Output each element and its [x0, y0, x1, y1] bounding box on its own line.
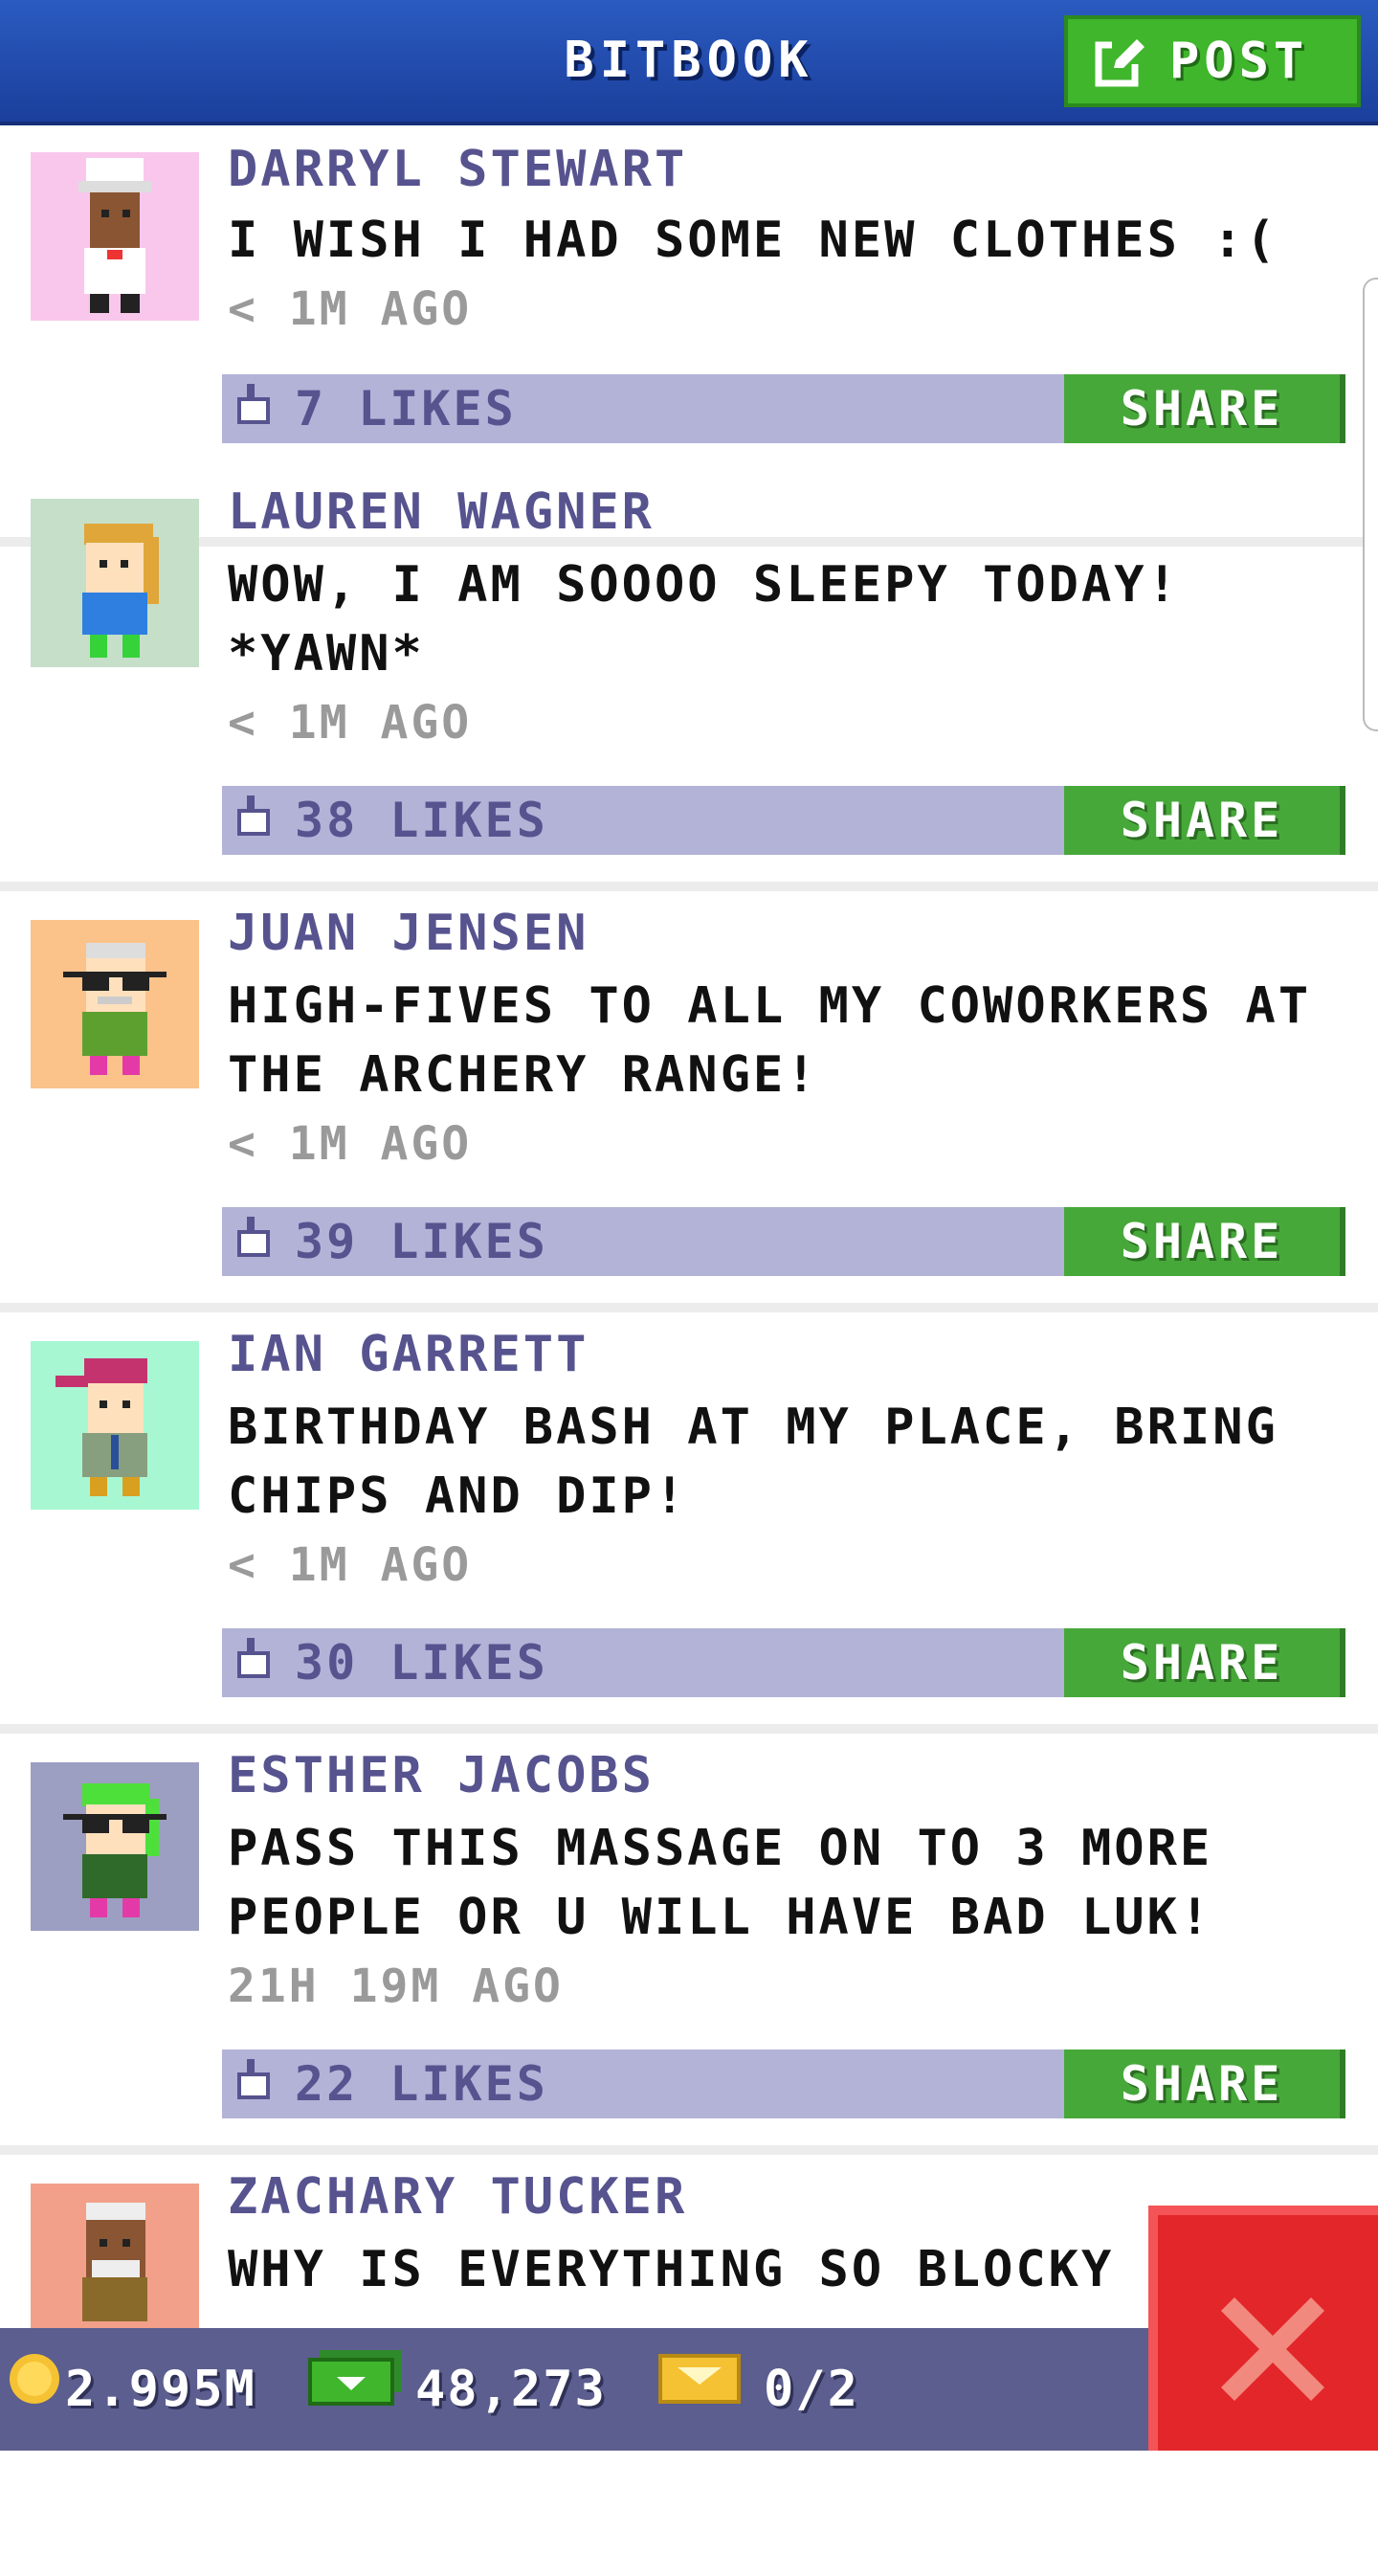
- share-button[interactable]: SHARE: [1064, 2050, 1345, 2118]
- post-button[interactable]: POST: [1064, 15, 1361, 107]
- post-author[interactable]: JUAN JENSEN: [228, 905, 589, 962]
- post-author[interactable]: ESTHER JACOBS: [228, 1747, 655, 1804]
- chef-avatar-icon: [31, 152, 199, 321]
- bux-icon: [308, 2328, 404, 2451]
- likes-bar: 22 LIKES SHARE: [222, 2050, 1345, 2118]
- old-man-avatar-icon: [31, 2184, 199, 2352]
- likes-bar: 7 LIKES SHARE: [222, 374, 1345, 443]
- likes-bar: 30 LIKES SHARE: [222, 1628, 1345, 1697]
- post-message: HIGH-FIVES TO ALL MY COWORKERS AT THE AR…: [228, 977, 1312, 1104]
- post-message: I WISH I HAD SOME NEW CLOTHES :(: [228, 212, 1278, 269]
- scrollbar[interactable]: [1363, 278, 1378, 731]
- post-author[interactable]: IAN GARRETT: [228, 1326, 589, 1383]
- share-button[interactable]: SHARE: [1064, 374, 1345, 443]
- feed-post: ESTHER JACOBS PASS THIS MASSAGE ON TO 3 …: [0, 1734, 1378, 2155]
- ticket-icon: [658, 2328, 741, 2451]
- thumbs-up-icon[interactable]: [235, 1638, 274, 1690]
- share-button[interactable]: SHARE: [1064, 1207, 1345, 1276]
- post-time: < 1M AGO: [228, 1117, 473, 1171]
- compose-icon: [1095, 35, 1146, 87]
- likes-count: 39 LIKES: [295, 1214, 548, 1269]
- likes-bar: 38 LIKES SHARE: [222, 786, 1345, 855]
- post-message: WOW, I AM SOOOO SLEEPY TODAY! *YAWN*: [228, 556, 1180, 683]
- likes-count: 30 LIKES: [295, 1635, 548, 1691]
- glasses-man-avatar-icon: [31, 920, 199, 1088]
- share-button[interactable]: SHARE: [1064, 786, 1345, 855]
- tickets-stat: 0/2: [658, 2328, 859, 2451]
- green-hair-avatar-icon: [31, 1762, 199, 1931]
- post-time: < 1M AGO: [228, 1538, 473, 1592]
- post-author[interactable]: DARRYL STEWART: [228, 141, 687, 198]
- post-button-label: POST: [1169, 33, 1309, 90]
- post-author[interactable]: LAUREN WAGNER: [228, 483, 655, 541]
- close-icon: [1221, 2297, 1324, 2401]
- post-message: PASS THIS MASSAGE ON TO 3 MORE PEOPLE OR…: [228, 1820, 1213, 1946]
- coin-icon: [8, 2328, 61, 2451]
- feed-post: JUAN JENSEN HIGH-FIVES TO ALL MY COWORKE…: [0, 891, 1378, 1312]
- blonde-person-avatar-icon: [31, 499, 199, 667]
- post-author[interactable]: ZACHARY TUCKER: [228, 2168, 687, 2226]
- thumbs-up-icon[interactable]: [235, 795, 274, 847]
- thumbs-up-icon[interactable]: [235, 2059, 274, 2111]
- likes-count: 22 LIKES: [295, 2056, 548, 2112]
- tickets-value: 0/2: [764, 2361, 859, 2418]
- bux-value: 48,273: [415, 2361, 607, 2418]
- feed-post: LAUREN WAGNER WOW, I AM SOOOO SLEEPY TOD…: [0, 470, 1378, 891]
- post-time: 21H 19M AGO: [228, 1960, 564, 2013]
- close-button[interactable]: [1148, 2206, 1378, 2451]
- thumbs-up-icon[interactable]: [235, 384, 274, 436]
- share-button[interactable]: SHARE: [1064, 1628, 1345, 1697]
- post-message: BIRTHDAY BASH AT MY PLACE, BRING CHIPS A…: [228, 1399, 1278, 1525]
- bux-stat: 48,273: [308, 2328, 607, 2451]
- likes-count: 38 LIKES: [295, 793, 548, 848]
- likes-bar: 39 LIKES SHARE: [222, 1207, 1345, 1276]
- cap-man-avatar-icon: [31, 1341, 199, 1510]
- thumbs-up-icon[interactable]: [235, 1217, 274, 1268]
- post-time: < 1M AGO: [228, 696, 473, 750]
- feed-post: IAN GARRETT BIRTHDAY BASH AT MY PLACE, B…: [0, 1312, 1378, 1734]
- coins-value: 2.995M: [65, 2361, 256, 2418]
- likes-count: 7 LIKES: [295, 381, 517, 437]
- post-time: < 1M AGO: [228, 282, 473, 336]
- coins-stat: 2.995M: [8, 2328, 256, 2451]
